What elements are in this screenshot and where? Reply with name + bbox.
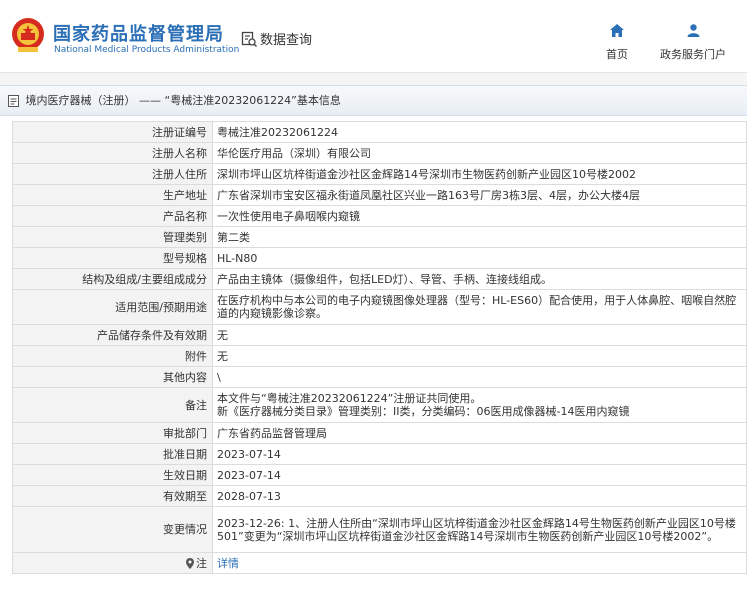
field-label: 附件 bbox=[12, 345, 213, 367]
field-label: 管理类别 bbox=[12, 226, 213, 248]
field-label: 变更情况 bbox=[12, 506, 213, 553]
field-value: 广东省深圳市宝安区福永街道凤凰社区兴业一路163号厂房3栋3层、4层，办公大楼4… bbox=[212, 184, 747, 206]
field-label: 结构及组成/主要组成成分 bbox=[12, 268, 213, 290]
field-value: \ bbox=[212, 366, 747, 388]
field-value: 粤械注准20232061224 bbox=[212, 121, 747, 143]
field-value: 产品由主镜体（摄像组件，包括LED灯）、导管、手柄、连接线组成。 bbox=[212, 268, 747, 290]
field-value: 2023-12-26: 1、注册人住所由“深圳市坪山区坑梓街道金沙社区金辉路14… bbox=[212, 506, 747, 553]
field-value: 一次性使用电子鼻咽喉内窥镜 bbox=[212, 205, 747, 227]
field-label: 有效期至 bbox=[12, 485, 213, 507]
details-link[interactable]: 详情 bbox=[217, 557, 239, 570]
table-row: 生效日期 2023-07-14 bbox=[12, 464, 747, 486]
field-value: 2028-07-13 bbox=[212, 485, 747, 507]
brand-subtitle: National Medical Products Administration bbox=[54, 45, 240, 55]
data-query-link[interactable]: 数据查询 bbox=[241, 29, 312, 48]
field-value: 华伦医疗用品（深圳）有限公司 bbox=[212, 142, 747, 164]
field-value: 广东省药品监督管理局 bbox=[212, 422, 747, 444]
field-label: 型号规格 bbox=[12, 247, 213, 269]
registration-detail-table: 注册证编号 粤械注准20232061224 注册人名称 华伦医疗用品（深圳）有限… bbox=[12, 121, 747, 574]
home-icon bbox=[610, 24, 624, 37]
data-query-label: 数据查询 bbox=[260, 33, 313, 48]
field-value: 深圳市坪山区坑梓街道金沙社区金辉路14号深圳市生物医药创新产业园区10号楼200… bbox=[212, 163, 747, 185]
field-label: 其他内容 bbox=[12, 366, 213, 388]
field-label: 注册人名称 bbox=[12, 142, 213, 164]
note-label: 注 bbox=[196, 556, 207, 570]
field-label: 批准日期 bbox=[12, 443, 213, 465]
nav-service-portal[interactable]: 政务服务门户 bbox=[655, 22, 731, 62]
field-value: 2023-07-14 bbox=[212, 443, 747, 465]
field-label: 生效日期 bbox=[12, 464, 213, 486]
field-label: 产品名称 bbox=[12, 205, 213, 227]
table-row: 注册证编号 粤械注准20232061224 bbox=[12, 121, 747, 143]
field-value: 2023-07-14 bbox=[212, 464, 747, 486]
brand-title: 国家药品监督管理局 bbox=[53, 24, 224, 45]
table-row: 其他内容 \ bbox=[12, 366, 747, 388]
nav-home[interactable]: 首页 bbox=[603, 22, 631, 62]
remark-line-1: 本文件与“粤械注准20232061224”注册证共同使用。 bbox=[217, 392, 482, 405]
table-row: 生产地址 广东省深圳市宝安区福永街道凤凰社区兴业一路163号厂房3栋3层、4层，… bbox=[12, 184, 747, 206]
field-label: 产品储存条件及有效期 bbox=[12, 324, 213, 346]
table-row: 产品储存条件及有效期 无 bbox=[12, 324, 747, 346]
table-row: 注册人名称 华伦医疗用品（深圳）有限公司 bbox=[12, 142, 747, 164]
site-header: 国家药品监督管理局 National Medical Products Admi… bbox=[0, 0, 747, 73]
field-value: 无 bbox=[212, 324, 747, 346]
table-row: 变更情况 2023-12-26: 1、注册人住所由“深圳市坪山区坑梓街道金沙社区… bbox=[12, 506, 747, 553]
field-label: 审批部门 bbox=[12, 422, 213, 444]
table-row: 结构及组成/主要组成成分 产品由主镜体（摄像组件，包括LED灯）、导管、手柄、连… bbox=[12, 268, 747, 290]
field-label: 生产地址 bbox=[12, 184, 213, 206]
table-row: 批准日期 2023-07-14 bbox=[12, 443, 747, 465]
table-row: 备注 本文件与“粤械注准20232061224”注册证共同使用。 新《医疗器械分… bbox=[12, 387, 747, 423]
table-row: 审批部门 广东省药品监督管理局 bbox=[12, 422, 747, 444]
header-spacer bbox=[0, 73, 747, 85]
search-document-icon bbox=[241, 31, 257, 47]
document-icon bbox=[8, 95, 19, 107]
national-emblem-icon bbox=[12, 18, 44, 52]
table-row: 适用范围/预期用途 在医疗机构中与本公司的电子内窥镜图像处理器（型号：HL-ES… bbox=[12, 289, 747, 325]
field-value: HL-N80 bbox=[212, 247, 747, 269]
note-label-cell: 注 bbox=[12, 552, 213, 574]
breadcrumb: 境内医疗器械（注册） —— “粤械注准20232061224”基本信息 bbox=[0, 85, 747, 116]
field-value: 第二类 bbox=[212, 226, 747, 248]
table-row: 注册人住所 深圳市坪山区坑梓街道金沙社区金辉路14号深圳市生物医药创新产业园区1… bbox=[12, 163, 747, 185]
field-value: 本文件与“粤械注准20232061224”注册证共同使用。 新《医疗器械分类目录… bbox=[212, 387, 747, 423]
breadcrumb-title: “粤械注准20232061224”基本信息 bbox=[164, 94, 341, 107]
table-row: 有效期至 2028-07-13 bbox=[12, 485, 747, 507]
field-label: 注册人住所 bbox=[12, 163, 213, 185]
table-row: 管理类别 第二类 bbox=[12, 226, 747, 248]
remark-line-2: 新《医疗器械分类目录》管理类别：II类，分类编码：06医用成像器械-14医用内窥… bbox=[217, 405, 630, 418]
table-row: 型号规格 HL-N80 bbox=[12, 247, 747, 269]
nav-home-label: 首页 bbox=[606, 48, 628, 61]
field-label: 注册证编号 bbox=[12, 121, 213, 143]
field-value: 无 bbox=[212, 345, 747, 367]
table-row: 附件 无 bbox=[12, 345, 747, 367]
table-row: 注 详情 bbox=[12, 552, 747, 574]
breadcrumb-category[interactable]: 境内医疗器械（注册） bbox=[26, 94, 136, 107]
nav-portal-label: 政务服务门户 bbox=[660, 48, 726, 61]
user-icon bbox=[687, 24, 699, 37]
field-label: 适用范围/预期用途 bbox=[12, 289, 213, 325]
table-row: 产品名称 一次性使用电子鼻咽喉内窥镜 bbox=[12, 205, 747, 227]
field-value: 在医疗机构中与本公司的电子内窥镜图像处理器（型号：HL-ES60）配合使用，用于… bbox=[212, 289, 747, 325]
field-value: 详情 bbox=[212, 552, 747, 574]
location-pin-icon bbox=[186, 558, 194, 569]
field-label: 备注 bbox=[12, 387, 213, 423]
breadcrumb-separator: —— bbox=[139, 94, 161, 107]
